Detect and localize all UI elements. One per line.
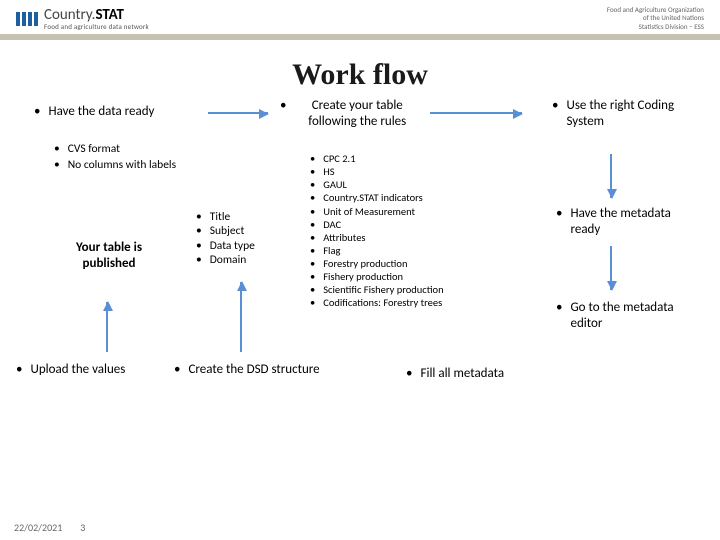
brand-bars-icon: [16, 12, 38, 26]
step-create-dsd: Create the DSD structure: [174, 362, 324, 378]
arrow-3-to-4: [610, 154, 612, 198]
slide-header: Country.STAT Food and agriculture data n…: [0, 0, 720, 34]
step-goto-editor: Go to the metadata editor: [556, 300, 696, 333]
have-data-sub-a: CVS format: [54, 142, 120, 156]
workflow-canvas: Have the data ready CVS format No column…: [0, 104, 720, 534]
step-have-data: Have the data ready: [34, 104, 204, 120]
step-fill-metadata: Fill all metadata: [406, 366, 526, 382]
header-divider: [0, 34, 720, 40]
brand-tagline: Food and agriculture data network: [44, 23, 149, 30]
dsd-sub-list: Title Subject Data type Domain: [196, 210, 255, 268]
step-have-metadata: Have the metadata ready: [556, 206, 696, 239]
arrow-published-up: [106, 302, 108, 352]
arrow-1-to-2: [208, 112, 268, 114]
step-published: Your table is published: [64, 240, 154, 273]
slide-footer: 22/02/2021 3: [14, 521, 85, 534]
step-upload-values: Upload the values: [16, 362, 136, 378]
org-name: Food and Agriculture Organization of the…: [607, 6, 704, 31]
step-create-table: Create your table following the rules: [280, 98, 420, 131]
arrow-7-up: [240, 282, 242, 352]
footer-page: 3: [80, 521, 85, 534]
footer-date: 22/02/2021: [14, 521, 62, 534]
coding-list: CPC 2.1 HS GAUL Country.STAT indicators …: [310, 152, 540, 310]
brand-left: Country.STAT Food and agriculture data n…: [16, 8, 149, 30]
step-use-coding: Use the right Coding System: [552, 98, 692, 131]
brand-name: Country.STAT: [44, 8, 149, 23]
slide-title: Work flow: [0, 58, 720, 92]
have-data-sub-b: No columns with labels: [54, 158, 184, 172]
arrow-4-to-5: [610, 246, 612, 290]
arrow-2-to-3: [430, 112, 522, 114]
